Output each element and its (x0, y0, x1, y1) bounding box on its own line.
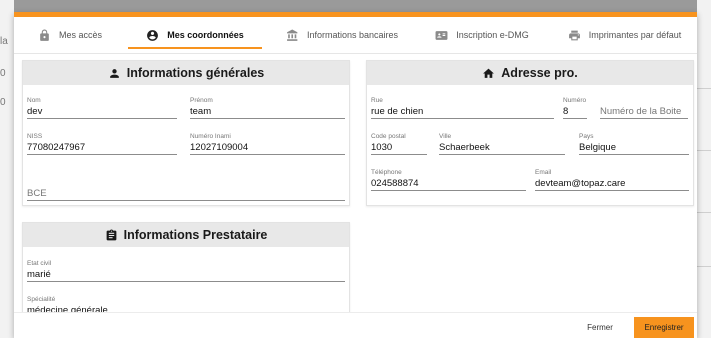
field-value: team (190, 105, 345, 119)
field-placeholder: BCE (27, 187, 345, 201)
pays-field[interactable]: Pays Belgique (579, 132, 689, 155)
background-divider (697, 88, 711, 89)
clipboard-icon (105, 229, 118, 242)
field-label: Pays (579, 133, 594, 140)
field-value: 8 (563, 105, 587, 119)
email-field[interactable]: Email devteam@topaz.care (535, 168, 689, 191)
dialog-content: Informations générales Nom dev Prénom te… (14, 54, 697, 312)
id-card-icon (435, 29, 448, 42)
tab-label: Mes coordonnées (167, 30, 244, 40)
field-value: 1030 (371, 141, 427, 155)
nom-field[interactable]: Nom dev (27, 96, 177, 119)
prenom-field[interactable]: Prénom team (190, 96, 345, 119)
lock-icon (38, 29, 51, 42)
field-value: devteam@topaz.care (535, 177, 689, 191)
tab-label: Inscription e-DMG (456, 30, 529, 40)
background-page-left: la 0 0 (0, 0, 14, 338)
field-label: Rue (371, 97, 383, 104)
bce-field[interactable]: BCE (27, 178, 345, 201)
numero-field[interactable]: Numéro 8 (563, 96, 587, 119)
inami-field[interactable]: Numéro Inami 12027109004 (190, 132, 345, 155)
field-value: dev (27, 105, 177, 119)
field-value: marié (27, 268, 345, 282)
field-label: Ville (439, 133, 452, 140)
field-label: Téléphone (371, 169, 402, 176)
provider-info-card: Informations Prestataire Etat civil mari… (22, 222, 350, 312)
background-text: 0 (0, 68, 6, 79)
field-label: Etat civil (27, 260, 52, 267)
tab-imprimantes[interactable]: Imprimantes par défaut (552, 17, 697, 53)
field-label: Code postal (371, 133, 406, 140)
field-value: 12027109004 (190, 141, 345, 155)
card-title: Adresse pro. (501, 66, 578, 80)
tab-label: Imprimantes par défaut (588, 30, 682, 40)
field-value: Belgique (579, 141, 689, 155)
code-postal-field[interactable]: Code postal 1030 (371, 132, 427, 155)
boite-field[interactable]: Numéro de la Boite (600, 96, 688, 119)
card-title: Informations générales (126, 66, 265, 80)
field-value: rue de chien (371, 105, 554, 119)
background-text: 0 (0, 97, 6, 108)
background-text: la (0, 36, 8, 47)
rue-field[interactable]: Rue rue de chien (371, 96, 554, 119)
tab-inscription-edmg[interactable]: Inscription e-DMG (412, 17, 552, 53)
field-label (600, 96, 688, 105)
specialite-field[interactable]: Spécialité médecine générale (27, 295, 345, 312)
field-label: Nom (27, 97, 41, 104)
background-divider (697, 212, 711, 213)
ville-field[interactable]: Ville Schaerbeek (439, 132, 565, 155)
save-button[interactable]: Enregistrer (634, 317, 694, 338)
printer-icon (568, 29, 581, 42)
card-title: Informations Prestataire (123, 228, 268, 242)
field-label: NISS (27, 133, 43, 140)
card-header: Informations générales (23, 61, 349, 85)
tab-mes-coordonnees[interactable]: Mes coordonnées (118, 17, 272, 53)
tab-label: Mes accès (58, 30, 102, 40)
field-placeholder: Numéro de la Boite (600, 105, 688, 119)
home-icon (482, 67, 495, 80)
tab-informations-bancaires[interactable]: Informations bancaires (272, 17, 412, 53)
telephone-field[interactable]: Téléphone 024588874 (371, 168, 526, 191)
field-label: Email (535, 169, 552, 176)
close-button[interactable]: Fermer (574, 318, 626, 338)
card-header: Informations Prestataire (23, 223, 349, 247)
field-label: Spécialité (27, 296, 56, 303)
field-label: Prénom (190, 97, 213, 104)
person-icon (108, 67, 121, 80)
field-value: 024588874 (371, 177, 526, 191)
account-circle-icon (146, 29, 159, 42)
profile-dialog: Mes accès Mes coordonnées Informations b… (14, 12, 697, 338)
tab-mes-acces[interactable]: Mes accès (22, 17, 118, 53)
background-divider (697, 150, 711, 151)
background-page-right (697, 0, 711, 338)
address-card: Adresse pro. Rue rue de chien Numéro 8 N… (366, 60, 694, 206)
field-value: médecine générale (27, 304, 345, 312)
field-value: 77080247967 (27, 141, 177, 155)
tab-label: Informations bancaires (306, 30, 399, 40)
general-info-card: Informations générales Nom dev Prénom te… (22, 60, 350, 206)
field-label: Numéro Inami (190, 133, 231, 140)
tab-bar: Mes accès Mes coordonnées Informations b… (14, 17, 697, 54)
field-label (27, 178, 345, 187)
field-value: Schaerbeek (439, 141, 565, 155)
background-divider (697, 266, 711, 267)
field-label: Numéro (563, 97, 587, 104)
etat-civil-field[interactable]: Etat civil marié (27, 259, 345, 282)
bank-icon (286, 29, 299, 42)
card-header: Adresse pro. (367, 61, 693, 85)
niss-field[interactable]: NISS 77080247967 (27, 132, 177, 155)
dialog-footer: Fermer Enregistrer (14, 312, 697, 338)
